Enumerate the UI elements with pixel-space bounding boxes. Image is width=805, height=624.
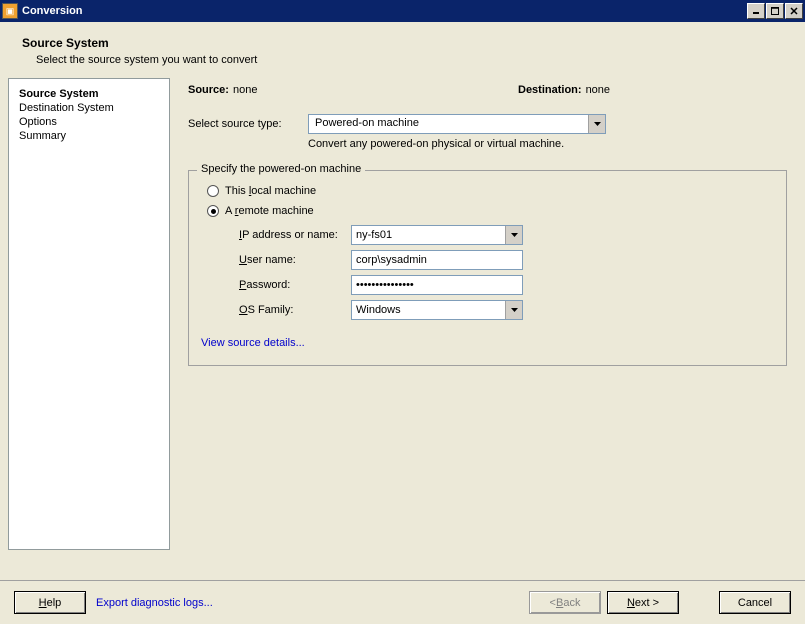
ip-label: IP address or name: (239, 229, 351, 241)
machine-fieldset: Specify the powered-on machine This loca… (188, 170, 787, 366)
sidebar-item-label: Destination System (19, 102, 114, 114)
footer-buttons: Help Export diagnostic logs... < Back Ne… (0, 580, 805, 624)
ip-row: IP address or name: (239, 225, 774, 245)
chevron-down-icon (511, 308, 518, 312)
radio-local[interactable] (207, 185, 219, 197)
info-row: Source: none Destination: none (188, 84, 787, 96)
radio-remote-label: A remote machine (225, 205, 314, 217)
sidebar-item-label: Options (19, 116, 57, 128)
radio-remote-row[interactable]: A remote machine (207, 205, 774, 217)
main-panel: Source: none Destination: none Select so… (170, 78, 797, 550)
os-label: OS Family: (239, 304, 351, 316)
export-logs-link[interactable]: Export diagnostic logs... (96, 597, 213, 609)
ip-dropdown-button[interactable] (505, 226, 522, 244)
os-dropdown-button[interactable] (505, 301, 522, 319)
titlebar: ▣ Conversion (0, 0, 805, 22)
remote-form: IP address or name: User name: Password (239, 225, 774, 320)
user-row: User name: (239, 250, 774, 270)
dropdown-button[interactable] (588, 115, 605, 133)
minimize-button[interactable] (747, 3, 765, 19)
page-subtitle: Select the source system you want to con… (36, 54, 783, 66)
ip-input[interactable] (352, 226, 505, 244)
fieldset-legend: Specify the powered-on machine (197, 163, 365, 175)
maximize-icon (771, 7, 779, 15)
source-label: Source: (188, 84, 229, 96)
source-type-help: Convert any powered-on physical or virtu… (308, 138, 787, 150)
password-label: Password: (239, 279, 351, 291)
os-row: OS Family: Windows (239, 300, 774, 320)
source-type-label: Select source type: (188, 118, 308, 130)
radio-remote[interactable] (207, 205, 219, 217)
close-button[interactable] (785, 3, 803, 19)
app-icon: ▣ (2, 3, 18, 19)
close-icon (790, 7, 798, 15)
username-input[interactable] (351, 250, 523, 270)
next-button[interactable]: Next > (607, 591, 679, 614)
sidebar-item-source-system[interactable]: Source System (19, 87, 159, 101)
source-type-value: Powered-on machine (309, 115, 588, 133)
view-source-details-link[interactable]: View source details... (201, 337, 305, 349)
radio-local-label: This local machine (225, 185, 316, 197)
password-input[interactable] (351, 275, 523, 295)
sidebar-item-options[interactable]: Options (19, 115, 159, 129)
wizard-sidebar: Source System Destination System Options… (8, 78, 170, 550)
chevron-down-icon (594, 122, 601, 126)
content-area: Source System Destination System Options… (0, 78, 805, 550)
sidebar-item-summary[interactable]: Summary (19, 129, 159, 143)
os-value: Windows (352, 301, 505, 319)
source-type-row: Select source type: Powered-on machine (188, 114, 787, 134)
destination-value: none (586, 84, 610, 96)
window-title: Conversion (22, 5, 747, 17)
ip-combo[interactable] (351, 225, 523, 245)
sidebar-item-destination-system[interactable]: Destination System (19, 101, 159, 115)
window-controls (747, 3, 803, 19)
maximize-button[interactable] (766, 3, 784, 19)
destination-label: Destination: (518, 84, 582, 96)
page-title: Source System (22, 36, 783, 50)
user-label: User name: (239, 254, 351, 266)
source-type-dropdown[interactable]: Powered-on machine (308, 114, 606, 134)
cancel-button[interactable]: Cancel (719, 591, 791, 614)
header-section: Source System Select the source system y… (0, 22, 805, 78)
source-value: none (233, 84, 257, 96)
sidebar-item-label: Source System (19, 88, 98, 100)
chevron-down-icon (511, 233, 518, 237)
radio-local-row[interactable]: This local machine (207, 185, 774, 197)
password-row: Password: (239, 275, 774, 295)
os-dropdown[interactable]: Windows (351, 300, 523, 320)
source-info: Source: none (188, 84, 518, 96)
sidebar-item-label: Summary (19, 130, 66, 142)
minimize-icon (752, 7, 760, 15)
back-button: < Back (529, 591, 601, 614)
destination-info: Destination: none (518, 84, 610, 96)
help-button[interactable]: Help (14, 591, 86, 614)
